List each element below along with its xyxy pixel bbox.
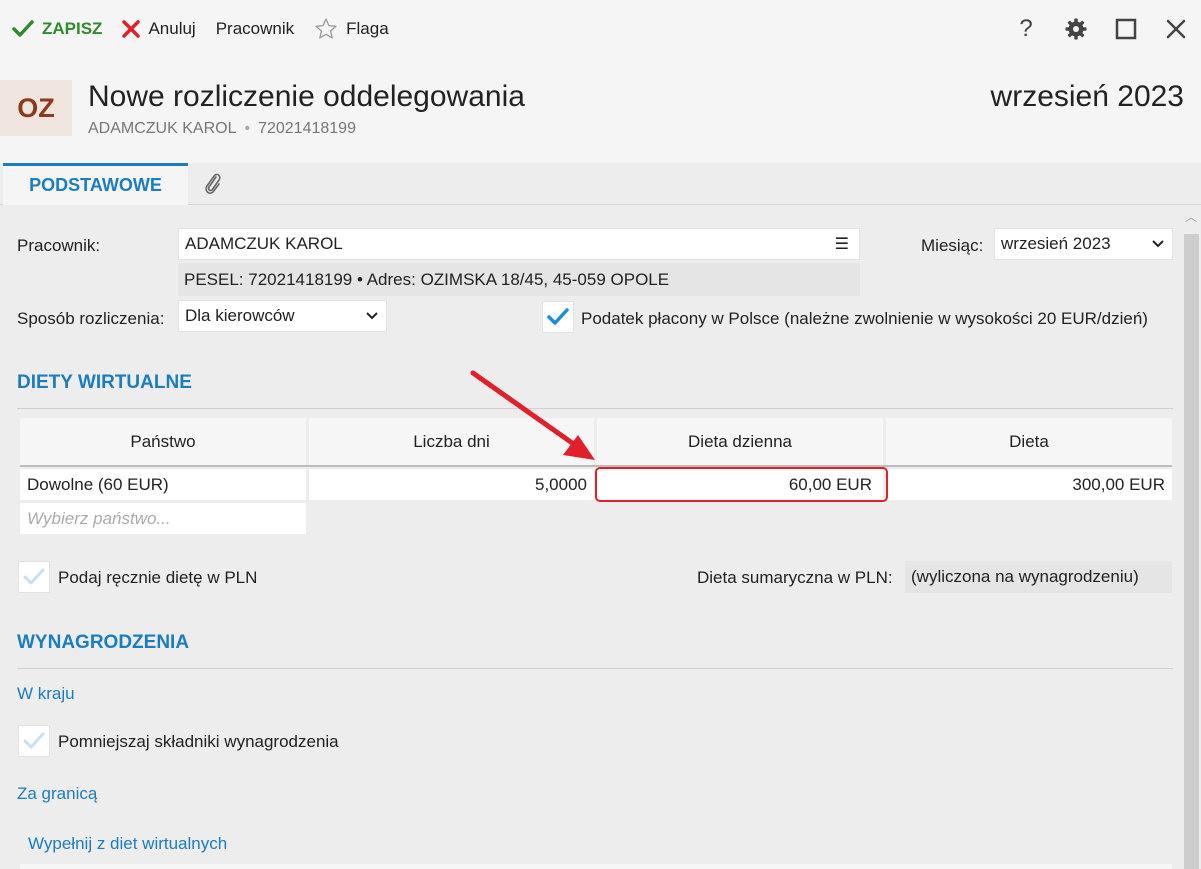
column-header-country: Państwo (20, 418, 306, 465)
employee-field-value: ADAMCZUK KAROL (185, 234, 343, 253)
month-select-value: wrzesień 2023 (1001, 234, 1111, 253)
manual-diet-checkbox[interactable] (18, 561, 50, 593)
sum-diet-label: Dieta sumaryczna w PLN: (697, 568, 893, 587)
highlight-box (595, 467, 888, 502)
checkmark-icon (12, 19, 34, 37)
table-header-partial (20, 864, 1172, 869)
chevron-down-icon (366, 312, 378, 320)
save-button[interactable]: ZAPISZ (0, 0, 112, 57)
section-divider (17, 668, 1173, 669)
column-header-daily: Dieta dzienna (597, 418, 883, 465)
settlement-field-label: Sposób rozliczenia: (17, 309, 165, 328)
header-employee-pesel: 72021418199 (258, 120, 356, 137)
tab-bar: PODSTAWOWE (0, 163, 1201, 205)
close-icon[interactable] (1151, 0, 1201, 57)
month-field-label: Miesiąc: (921, 236, 984, 255)
star-outline-icon (315, 17, 337, 39)
page-title: Nowe rozliczenie oddelegowania (88, 80, 525, 113)
cell-country[interactable]: Dowolne (60 EUR) (20, 469, 306, 500)
document-header: OZ Nowe rozliczenie oddelegowania ADAMCZ… (0, 57, 1201, 163)
help-icon[interactable]: ? (1001, 0, 1051, 57)
menu-lines-icon[interactable]: ☰ (835, 234, 849, 254)
domestic-link[interactable]: W kraju (17, 684, 75, 704)
cancel-x-icon (122, 19, 141, 38)
gear-icon[interactable] (1051, 0, 1101, 57)
annotation-arrow-icon (470, 370, 595, 460)
checkmark-icon (23, 568, 45, 585)
country-picker-input[interactable]: Wybierz państwo... (20, 503, 306, 534)
month-select[interactable]: wrzesień 2023 (994, 228, 1173, 260)
tax-checkbox-label: Podatek płacony w Polsce (należne zwolni… (581, 309, 1148, 328)
page-subtitle: ADAMCZUK KAROL • 72021418199 (88, 120, 356, 138)
flag-label: Flaga (346, 18, 389, 38)
employee-field-label: Pracownik: (17, 236, 101, 255)
sum-diet-value: (wyliczona na wynagrodzeniu) (905, 561, 1172, 593)
section-title-wynagrodzenia: WYNAGRODZENIA (17, 632, 190, 653)
tab-podstawowe[interactable]: PODSTAWOWE (3, 163, 188, 205)
section-title-diety: DIETY WIRTUALNE (17, 372, 192, 393)
manual-diet-label: Podaj ręcznie dietę w PLN (58, 568, 258, 587)
paperclip-icon[interactable] (198, 169, 228, 199)
header-employee-name: ADAMCZUK KAROL (88, 120, 237, 137)
employee-field[interactable]: ADAMCZUK KAROL ☰ (178, 228, 860, 260)
abroad-link[interactable]: Za granicą (17, 784, 97, 804)
employee-button[interactable]: Pracownik (206, 0, 304, 57)
cell-total: 300,00 EUR (886, 469, 1172, 500)
checkmark-icon (23, 732, 45, 749)
scrollbar-thumb[interactable] (1184, 234, 1199, 869)
maximize-icon[interactable] (1101, 0, 1151, 57)
checkmark-icon (547, 308, 569, 325)
separator-dot: • (244, 120, 251, 137)
toolbar: ZAPISZ Anuluj Pracownik Flaga ? (0, 0, 1201, 57)
cell-days[interactable]: 5,0000 (309, 469, 594, 500)
reduce-salary-checkbox[interactable] (18, 725, 50, 757)
employee-details: PESEL: 72021418199 • Adres: OZIMSKA 18/4… (178, 263, 860, 296)
cancel-label: Anuluj (148, 18, 196, 38)
chevron-down-icon (1152, 240, 1164, 248)
avatar: OZ (0, 80, 72, 136)
header-month: wrzesień 2023 (990, 80, 1184, 113)
save-label: ZAPISZ (42, 18, 103, 38)
reduce-salary-label: Pomniejszaj składniki wynagrodzenia (58, 732, 339, 751)
settlement-select[interactable]: Dla kierowców (178, 300, 387, 332)
employee-button-label: Pracownik (215, 18, 295, 38)
flag-button[interactable]: Flaga (304, 0, 399, 57)
fill-from-diets-link[interactable]: Wypełnij z diet wirtualnych (28, 834, 227, 854)
column-header-total: Dieta (886, 418, 1172, 465)
scroll-up-arrow-icon[interactable]: ︿ (1185, 208, 1197, 225)
cancel-button[interactable]: Anuluj (112, 0, 205, 57)
tax-checkbox[interactable] (542, 301, 574, 333)
settlement-select-value: Dla kierowców (185, 306, 295, 325)
